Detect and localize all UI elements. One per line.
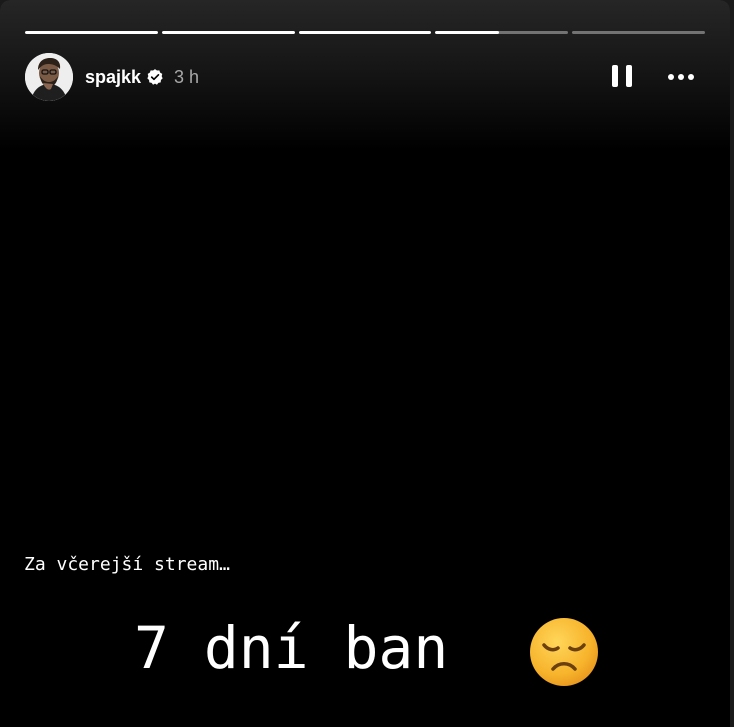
progress-segment[interactable] — [161, 31, 295, 34]
verified-badge-icon — [146, 68, 164, 86]
story-header: spajkk 3 h — [25, 53, 705, 101]
progress-segment[interactable] — [298, 31, 432, 34]
story-viewer[interactable]: spajkk 3 h Za včerejší stream… 7 dní ban — [0, 0, 730, 727]
pause-icon — [612, 65, 618, 87]
more-options-button[interactable] — [668, 74, 694, 80]
progress-segment-fill — [298, 31, 432, 34]
pause-button[interactable] — [612, 65, 632, 89]
progress-segment[interactable] — [435, 31, 569, 34]
more-options-icon — [688, 74, 694, 80]
story-headline: 7 dní ban — [134, 614, 449, 682]
post-time: 3 h — [174, 66, 200, 87]
progress-segment[interactable] — [25, 31, 158, 34]
progress-segment-fill — [161, 31, 295, 34]
progress-segment-fill — [435, 31, 500, 34]
story-caption: Za včerejší stream… — [24, 554, 230, 575]
progress-segment[interactable] — [572, 31, 705, 34]
more-options-icon — [678, 74, 684, 80]
pause-icon — [626, 65, 632, 87]
story-progress-bar — [25, 31, 705, 34]
username-link[interactable]: spajkk — [85, 67, 141, 88]
avatar[interactable] — [25, 53, 73, 101]
progress-segment-fill — [25, 31, 158, 34]
avatar-image — [25, 53, 73, 101]
more-options-icon — [668, 74, 674, 80]
disappointed-face-emoji — [530, 618, 598, 686]
